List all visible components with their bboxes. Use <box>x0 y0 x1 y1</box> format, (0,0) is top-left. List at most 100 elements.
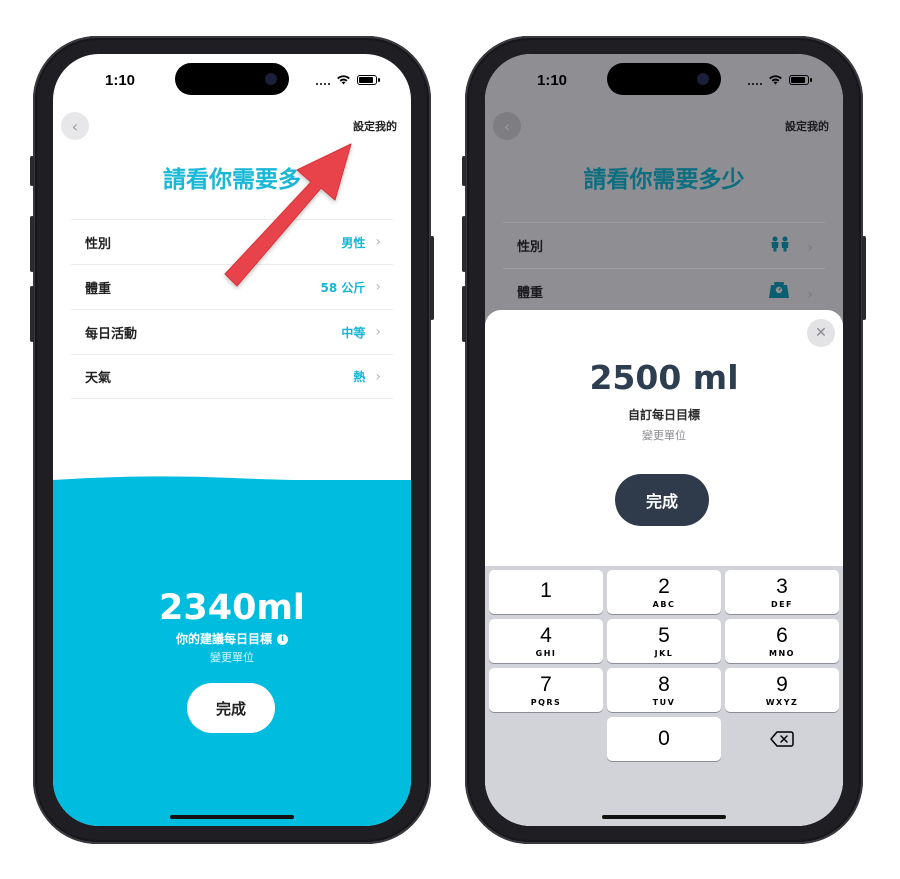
chevron-right-icon: › <box>375 279 381 295</box>
wifi-icon <box>337 75 350 85</box>
status-icons <box>748 74 812 85</box>
key-letters: TUV <box>652 697 676 707</box>
row-right: 中等 › <box>341 324 381 341</box>
power-button <box>862 236 866 320</box>
battery-icon <box>789 74 812 85</box>
custom-goal-caption: 自訂每日目標 <box>627 408 700 422</box>
key-digit: 2 <box>658 574 670 598</box>
close-button[interactable]: ✕ <box>807 319 835 347</box>
recommended-goal-value: 2340ml <box>159 588 305 628</box>
water-panel: 2340ml 你的建議每日目標 i 變更單位 完成 <box>53 476 411 826</box>
annotation-arrow-icon <box>224 143 352 287</box>
chevron-left-icon: ‹ <box>71 116 79 136</box>
key-1[interactable]: 1 <box>489 570 603 614</box>
key-9[interactable]: 9 WXYZ <box>725 668 839 712</box>
row-value: 中等 <box>341 325 366 340</box>
key-3[interactable]: 3 DEF <box>725 570 839 614</box>
key-4[interactable]: 4 GHI <box>489 619 603 663</box>
wifi-icon <box>769 75 782 85</box>
key-6[interactable]: 6 MNO <box>725 619 839 663</box>
key-digit: 6 <box>776 623 788 647</box>
mute-switch <box>30 156 34 186</box>
customize-link: 設定我的 <box>785 120 829 133</box>
numeric-keypad: 1 2 ABC 3 DEF 4 GHI 5 JKL 6 MNO 7 PQRS 8 TUV 9W… <box>485 566 843 826</box>
row-label: 體重 <box>517 286 544 301</box>
key-letters: ABC <box>652 599 676 609</box>
settings-row-weight: 體重 › <box>503 268 825 314</box>
scale-icon <box>768 281 795 303</box>
people-icon <box>770 236 795 256</box>
change-unit-link[interactable]: 變更單位 <box>485 427 843 443</box>
row-right: 熱 › <box>353 368 381 385</box>
row-label: 天氣 <box>85 371 112 386</box>
settings-row-gender: 性別 › <box>503 222 825 268</box>
key-digit: 9 <box>776 672 788 696</box>
dynamic-island <box>607 63 721 95</box>
row-label: 體重 <box>85 281 112 297</box>
key-digit: 8 <box>658 672 670 696</box>
close-icon: ✕ <box>815 325 827 341</box>
back-button[interactable]: ‹ <box>61 112 89 140</box>
screen-right: 1:10 ‹ 設定我的 請看你需要多少 性別 › 體重 › ✕ 2500 ml … <box>485 54 843 826</box>
status-time: 1:10 <box>105 72 136 89</box>
key-letters: JKL <box>654 648 674 658</box>
key-digit: 3 <box>776 574 788 598</box>
key-7[interactable]: 7 PQRS <box>489 668 603 712</box>
key-letters: MNO <box>769 648 795 658</box>
key-letters: WXYZ <box>765 697 799 707</box>
home-indicator <box>170 815 294 819</box>
row-value: 熱 <box>353 370 366 384</box>
key-letters: PQRS <box>530 697 562 707</box>
caption-text: 你的建議每日目標 <box>175 632 272 646</box>
settings-row-weather[interactable]: 天氣 熱 › <box>71 354 393 399</box>
keypad-row: 1 2 ABC 3 DEF <box>489 570 839 614</box>
signal-icon <box>748 75 762 85</box>
status-time: 1:10 <box>537 72 568 89</box>
battery-icon <box>357 74 380 85</box>
done-button[interactable]: 完成 <box>187 683 275 733</box>
delete-key[interactable] <box>725 717 839 761</box>
chevron-right-icon: › <box>807 239 813 256</box>
key-digit: 0 <box>658 727 670 750</box>
key-5[interactable]: 5 JKL <box>607 619 721 663</box>
change-unit-link[interactable]: 變更單位 <box>53 649 411 665</box>
key-letters: DEF <box>770 599 794 609</box>
settings-list-dimmed: 性別 › 體重 › <box>503 222 825 314</box>
row-right: › <box>768 281 813 303</box>
chevron-right-icon: › <box>375 324 381 340</box>
status-icons <box>316 74 380 85</box>
back-button: ‹ <box>493 112 521 140</box>
recommended-goal-caption: 你的建議每日目標 i <box>53 630 411 647</box>
key-0[interactable]: 0 <box>607 717 721 761</box>
power-button <box>430 236 434 320</box>
settings-row-activity[interactable]: 每日活動 中等 › <box>71 309 393 354</box>
chevron-right-icon: › <box>375 368 381 385</box>
volume-up-button <box>462 216 466 272</box>
key-digit: 4 <box>540 623 552 647</box>
custom-goal-sheet: ✕ 2500 ml 自訂每日目標 變更單位 完成 1 2 ABC 3 DEF 4 GH… <box>485 310 843 826</box>
key-digit: 7 <box>540 672 552 696</box>
key-8[interactable]: 8 TUV <box>607 668 721 712</box>
page-title: 請看你需要多少 <box>583 167 745 193</box>
keypad-row: 0 <box>489 717 839 761</box>
key-letters: GHI <box>535 648 557 658</box>
phone-right: 1:10 ‹ 設定我的 請看你需要多少 性別 › 體重 › ✕ 2500 ml … <box>462 36 866 844</box>
key-digit: 1 <box>540 579 552 602</box>
done-button[interactable]: 完成 <box>615 474 709 526</box>
phone-left: 1:10 ‹ 設定我的 請看你需要多 性別 男性 › 體重 58 公斤 › 每日… <box>30 36 434 844</box>
wave-decoration <box>53 476 411 486</box>
backspace-icon <box>770 731 794 747</box>
volume-up-button <box>30 216 34 272</box>
row-label: 性別 <box>517 240 544 255</box>
key-digit: 5 <box>658 623 670 647</box>
dynamic-island <box>175 63 289 95</box>
chevron-left-icon: ‹ <box>503 116 511 136</box>
mute-switch <box>462 156 466 186</box>
chevron-right-icon: › <box>375 234 381 250</box>
screen-left: 1:10 ‹ 設定我的 請看你需要多 性別 男性 › 體重 58 公斤 › 每日… <box>53 54 411 826</box>
key-2[interactable]: 2 ABC <box>607 570 721 614</box>
keypad-row: 4 GHI 5 JKL 6 MNO <box>489 619 839 663</box>
row-label: 每日活動 <box>85 326 138 342</box>
info-icon[interactable]: i <box>277 634 288 645</box>
row-right: › <box>770 236 813 256</box>
